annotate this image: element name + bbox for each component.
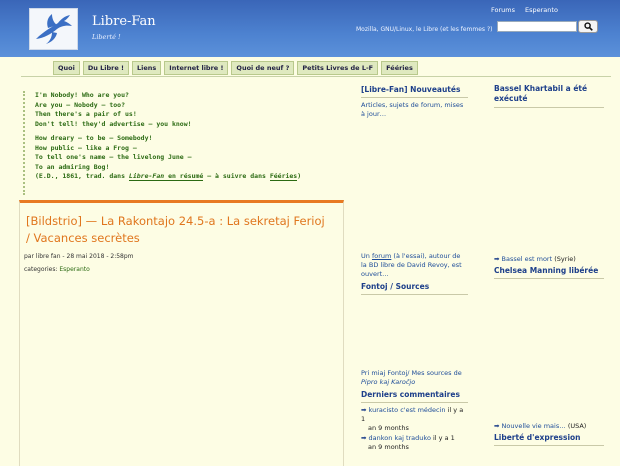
divider — [361, 97, 468, 98]
categories-label: categories: — [24, 266, 60, 273]
divider — [361, 294, 468, 295]
news-heading-bassel[interactable]: Bassel Khartabil a été exécuté — [494, 84, 604, 104]
poem-credit: (E.D., 1861, trad. dans Libre-Fan en rés… — [35, 172, 345, 182]
fontoj-text: Pri miaj Fontoj/ Mes sources de Pipro ka… — [361, 369, 468, 387]
comment-item: ➡ dankon kaj traduko il y a 1 an 9 month… — [361, 434, 455, 451]
libre-fan-link[interactable]: Libre-Fan — [128, 172, 165, 181]
site-logo[interactable] — [29, 8, 78, 50]
poem-line: To an admiring Bog! — [35, 162, 110, 171]
comment-ago: an 9 months — [368, 424, 409, 432]
item-suffix: (Syrie) — [552, 255, 576, 263]
fontoj-text-pre[interactable]: Pri miaj Fontoj/ Mes sources de — [361, 369, 462, 377]
search-button[interactable] — [578, 20, 598, 33]
middle-column: [Libre-Fan] Nouveautés Articles, sujets … — [361, 85, 468, 119]
site-header: Libre-Fan Liberté ! Forums Esperanto Moz… — [0, 0, 620, 57]
feeries-link[interactable]: Fééries — [269, 172, 298, 181]
poem-line: Are you — Nobody — too? — [35, 100, 126, 109]
header-blurb: Mozilla, GNU/Linux, le Libre (et les fem… — [356, 26, 493, 33]
credit-text: — à suivre dans — [203, 172, 270, 180]
comment-link[interactable]: kuracisto c'est médecin — [369, 406, 446, 414]
bird-icon — [36, 14, 72, 44]
tab-quoi[interactable]: Quoi — [53, 61, 80, 75]
credit-text: ) — [297, 172, 302, 180]
forum-text: Un forum (à l'essai), autour de la BD li… — [361, 252, 468, 279]
divider — [361, 402, 468, 403]
tab-du-libre[interactable]: Du Libre ! — [82, 61, 130, 75]
right-column-bottom: ➡ Nouvelle vie mais… (USA) Liberté d'exp… — [494, 422, 604, 449]
news-item: ➡ Nouvelle vie mais… (USA) — [494, 422, 587, 430]
divider — [494, 278, 604, 279]
fontoj-title[interactable]: Fontoj / Sources — [361, 282, 468, 291]
item-suffix: (USA) — [565, 422, 587, 430]
tab-feeries[interactable]: Fééries — [381, 61, 418, 75]
article-categories: categories: Esperanto — [24, 266, 90, 273]
divider — [494, 445, 604, 446]
forum-text-pre: Un — [361, 252, 372, 260]
poem-line: How dreary — to be — Somebody! — [35, 134, 153, 142]
poem-line: To tell one's name — the livelong June — — [35, 153, 192, 161]
tab-liens[interactable]: Liens — [132, 61, 162, 75]
comment-link[interactable]: dankon kaj traduko — [369, 434, 431, 442]
search-input[interactable] — [497, 21, 577, 32]
poem-line: How public — like a Frog — — [35, 143, 137, 152]
tab-quoi-de-neuf[interactable]: Quoi de neuf ? — [231, 61, 295, 75]
credit-text: (E.D., 1861, trad. dans — [35, 172, 129, 180]
site-tagline: Liberté ! — [92, 33, 121, 41]
tab-internet-libre[interactable]: Internet libre ! — [164, 61, 229, 75]
fontoj-text-em[interactable]: Pipro kaj Karoĉjo — [361, 378, 415, 386]
poem-line: I'm Nobody! Who are you? — [35, 91, 129, 99]
comment-by: il y a 1 — [430, 434, 455, 442]
search-icon — [583, 22, 593, 31]
chelsea-link[interactable]: Nouvelle vie mais… — [502, 422, 566, 430]
category-link[interactable]: Esperanto — [59, 266, 89, 273]
poem-line: Don't tell! they'd advertise — you know! — [35, 119, 192, 128]
forum-block: Un forum (à l'essai), autour de la BD li… — [361, 252, 468, 298]
poem-line: Then there's a pair of us! — [35, 110, 137, 118]
tab-petits-livres[interactable]: Petits Livres de L-F — [297, 61, 379, 75]
article-title[interactable]: [Bildstrio] — La Rakontajo 24.5-a : La s… — [26, 213, 331, 247]
top-links: Forums Esperanto — [491, 6, 558, 14]
forum-link[interactable]: forum — [372, 252, 391, 260]
news-heading-chelsea[interactable]: Chelsea Manning libérée — [494, 266, 604, 275]
main-nav: Quoi Du Libre ! Liens Internet libre ! Q… — [53, 61, 418, 75]
site-title[interactable]: Libre-Fan — [92, 14, 156, 29]
right-column-mid: ➡ Bassel est mort (Syrie) Chelsea Mannin… — [494, 255, 604, 282]
comment-ago: an 9 months — [368, 443, 409, 451]
fontoj-block: Pri miaj Fontoj/ Mes sources de Pipro ka… — [361, 369, 468, 452]
news-title[interactable]: [Libre-Fan] Nouveautés — [361, 85, 468, 94]
comments-title: Derniers commentaires — [361, 390, 460, 399]
resume-link[interactable]: en résumé — [164, 172, 204, 181]
article-card: [Bildstrio] — La Rakontajo 24.5-a : La s… — [19, 200, 344, 466]
bassel-link[interactable]: Bassel est mort — [502, 255, 553, 263]
top-link-esperanto[interactable]: Esperanto — [525, 6, 558, 14]
news-heading-liberte[interactable]: Liberté d'expression — [494, 433, 604, 442]
comment-item: ➡ kuracisto c'est médecin il y a 1 an 9 … — [361, 406, 464, 432]
right-column-top: Bassel Khartabil a été exécuté — [494, 84, 604, 111]
top-link-forums[interactable]: Forums — [491, 6, 515, 14]
nav-divider — [21, 76, 611, 77]
article-meta: par libre fan - 28 mai 2018 - 2:58pm — [24, 253, 134, 260]
divider — [494, 107, 604, 108]
news-item: ➡ Bassel est mort (Syrie) — [494, 255, 576, 263]
news-text[interactable]: Articles, sujets de forum, mises à jour… — [361, 101, 468, 119]
poem-quote: I'm Nobody! Who are you? Are you — Nobod… — [23, 91, 345, 195]
